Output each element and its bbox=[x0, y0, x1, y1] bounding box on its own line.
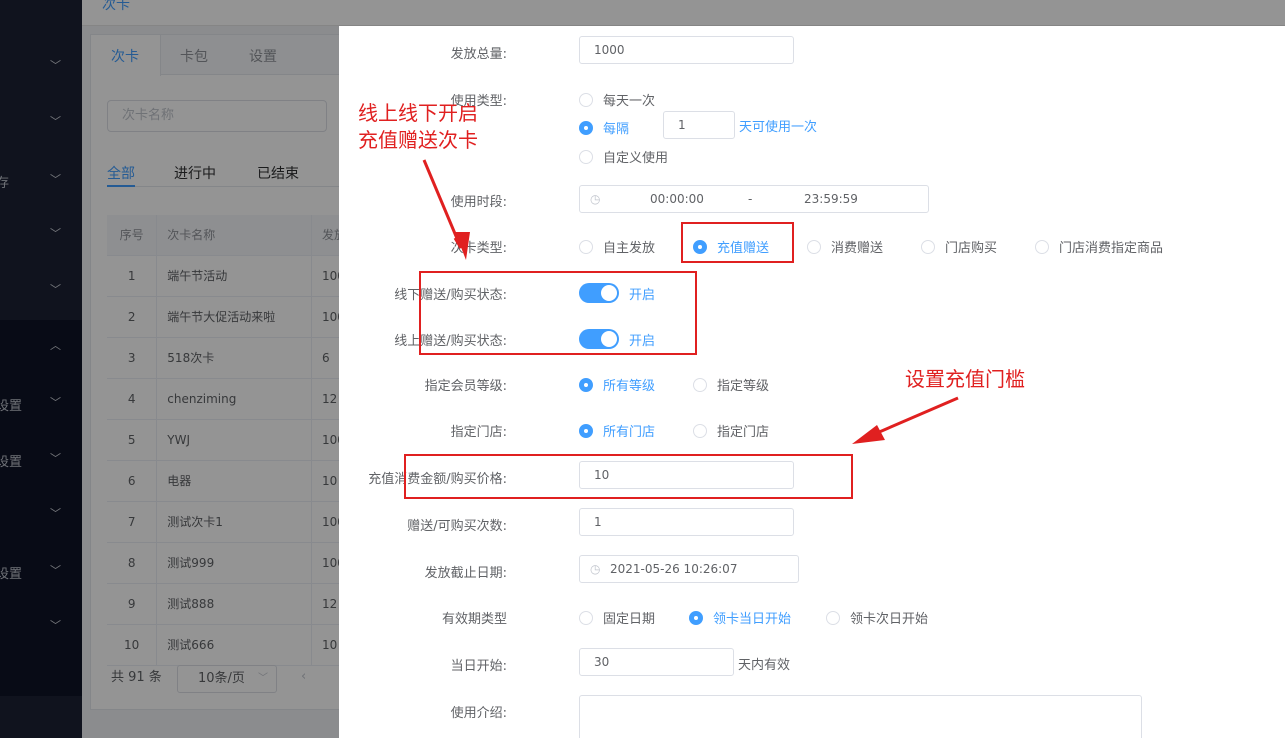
annotation-arrows bbox=[422, 159, 959, 444]
arrow-to-recharge-amount bbox=[869, 396, 959, 438]
arrowhead-icon bbox=[852, 425, 885, 444]
arrowhead-icon bbox=[455, 232, 470, 260]
